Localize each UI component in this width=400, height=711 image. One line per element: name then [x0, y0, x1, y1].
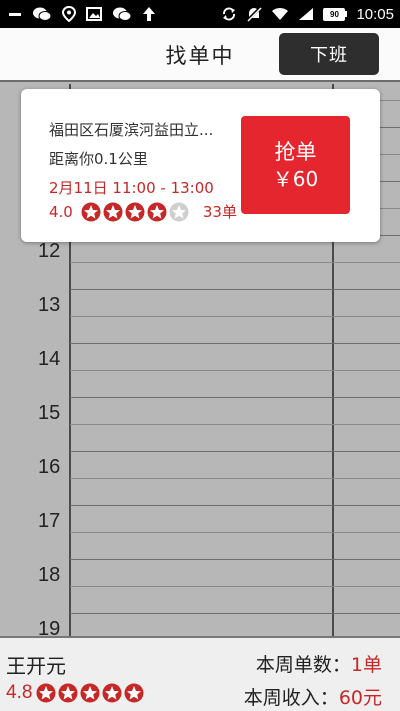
wechat-icon	[32, 6, 52, 22]
minus-icon	[8, 7, 22, 21]
driver-rating-score: 4.8	[6, 682, 33, 703]
battery-level: 90	[323, 7, 346, 21]
order-time: 2月11日 11:00 - 13:00	[49, 179, 214, 197]
star-filled-icon	[103, 202, 123, 221]
hour-label: 15	[38, 402, 61, 424]
week-orders-label: 本周单数：	[255, 654, 351, 676]
star-filled-icon	[125, 202, 145, 221]
hour-line	[70, 451, 400, 452]
hour-label: 14	[38, 348, 61, 370]
wifi-icon	[271, 7, 289, 21]
hour-line	[70, 559, 400, 560]
week-income-value: 60元	[338, 687, 382, 709]
grab-order-label: 抢单	[274, 140, 317, 164]
half-hour-line	[70, 586, 400, 587]
status-bar: 90 10:05	[0, 0, 400, 28]
star-filled-icon	[147, 202, 167, 221]
order-distance: 距离你0.1公里	[49, 150, 148, 168]
half-hour-line	[70, 424, 400, 425]
order-count: 33单	[202, 203, 237, 221]
driver-summary-bar: 王开元 4.8 本周单数：1单 本周收入：60元	[0, 636, 400, 711]
battery-icon: 90	[323, 7, 348, 21]
driver-rating-stars	[36, 683, 144, 703]
order-address: 福田区石厦滨河益田立...	[49, 121, 214, 139]
hour-line	[70, 397, 400, 398]
hour-label: 16	[38, 456, 61, 478]
location-icon	[62, 6, 76, 22]
week-income: 本周收入：60元	[244, 683, 382, 710]
hour-label: 13	[38, 294, 61, 316]
star-filled-icon	[81, 202, 101, 221]
half-hour-line	[70, 532, 400, 533]
week-orders-value: 1单	[350, 654, 382, 676]
driver-rating: 4.8	[6, 682, 144, 704]
signal-icon	[298, 7, 314, 21]
title-bar: 找单中 下班	[0, 28, 400, 82]
order-card[interactable]: 福田区石厦滨河益田立... 距离你0.1公里 2月11日 11:00 - 13:…	[21, 89, 380, 242]
clock: 10:05	[356, 5, 394, 23]
wechat-icon	[112, 6, 132, 22]
star-filled-icon	[80, 683, 100, 703]
rating-stars	[81, 202, 189, 222]
star-filled-icon	[102, 683, 122, 703]
half-hour-line	[70, 370, 400, 371]
grab-order-button[interactable]: 抢单 ￥60	[241, 116, 350, 214]
half-hour-line	[70, 316, 400, 317]
hour-label: 17	[38, 510, 61, 532]
star-filled-icon	[36, 683, 56, 703]
hour-label: 18	[38, 564, 61, 586]
order-rating: 4.0 33单	[49, 201, 237, 222]
order-price: ￥60	[272, 167, 319, 191]
star-filled-icon	[58, 683, 78, 703]
upload-arrow-icon	[142, 6, 156, 22]
star-empty-icon	[169, 202, 189, 221]
image-icon	[86, 7, 102, 21]
hour-line	[70, 343, 400, 344]
week-orders: 本周单数：1单	[256, 650, 382, 677]
sync-icon	[221, 6, 237, 22]
week-income-label: 本周收入：	[243, 687, 339, 709]
star-filled-icon	[124, 683, 144, 703]
half-hour-line	[70, 262, 400, 263]
hour-line	[70, 289, 400, 290]
hour-label: 19	[38, 618, 61, 636]
driver-name: 王开元	[6, 654, 66, 678]
hour-line	[70, 505, 400, 506]
mute-icon	[246, 6, 263, 22]
off-duty-button[interactable]: 下班	[279, 33, 379, 75]
hour-line	[70, 613, 400, 614]
hour-label: 12	[38, 240, 61, 262]
half-hour-line	[70, 478, 400, 479]
rating-score: 4.0	[49, 202, 73, 221]
